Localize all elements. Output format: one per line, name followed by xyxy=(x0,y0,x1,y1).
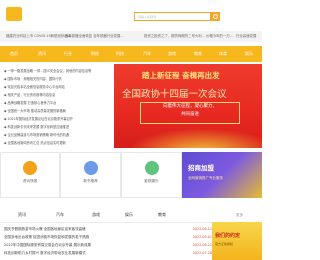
banner-subtitle: 向着伟大征程，凝心聚力， 共同奋进 xyxy=(140,102,240,124)
tab-entertainment[interactable]: 娱乐 xyxy=(125,208,133,222)
banner-subtitle-line: 向着伟大征程，凝心聚力， xyxy=(163,104,217,109)
side-ad[interactable]: 我们的约定 官方正版授权 xyxy=(212,222,262,260)
film-icon xyxy=(144,161,159,175)
list-item[interactable]: ◆ 2022年国际经济发展论坛在北京隆重开幕召开 xyxy=(4,116,107,122)
banner-title: 踏上新征程 奋楫再出发 xyxy=(142,71,220,80)
list-item[interactable]: ◆ 科技创新引领未来发展 数字化转型加速推进 xyxy=(4,124,107,130)
nav-item-industry[interactable]: 行业 xyxy=(60,46,76,62)
promo-title: 招商加盟 xyxy=(188,164,214,172)
news-title[interactable]: 2022年中国国际服务贸易交易会在北京开幕 展示新成果 xyxy=(4,241,91,249)
nav-item-auto[interactable]: 汽车 xyxy=(139,46,155,62)
news-row[interactable]: 2022年中国国际服务贸易交易会在北京开幕 展示新成果 2022-08-21 xyxy=(0,241,212,249)
ad-title: 我们的约定 xyxy=(215,233,241,239)
nav-item-games[interactable]: 游戏 xyxy=(164,46,180,62)
feature-card[interactable]: 资讯快报 xyxy=(0,152,60,198)
promo-subtitle: 全网营销推广专业服务 xyxy=(188,176,223,180)
category-tabs: 资讯 汽车 游戏 娱乐 教育 xyxy=(0,208,212,223)
news-title[interactable]: 全国多地出台政策 促进消费市场恢复和发展的若干措施 xyxy=(4,233,89,241)
list-item[interactable]: ◆ 相关产品，行业资讯推荐内容信息 xyxy=(4,92,107,98)
news-icon xyxy=(23,161,37,175)
news-date: 2022-09-01 xyxy=(192,235,212,239)
news-date: 2022-08-21 xyxy=(192,243,212,247)
site-logo[interactable] xyxy=(6,7,22,21)
more-link[interactable]: 更多 xyxy=(236,208,243,222)
promo-banner[interactable]: 招商加盟 全网营销推广专业服务 xyxy=(182,152,262,198)
ad-subtitle: 官方正版授权 xyxy=(215,242,234,246)
tab-education[interactable]: 教育 xyxy=(158,208,166,222)
news-title[interactable]: 科技创新助力乡村振兴 数字经济带动农业发展新模式 xyxy=(4,249,86,257)
card-label: 资讯快报 xyxy=(22,179,38,183)
news-row[interactable]: 全国多地出台政策 促进消费市场恢复和发展的若干措施 2022-09-01 xyxy=(0,233,212,241)
list-item[interactable]: ◆ 品牌战略发展 打造核心竞争力平台 xyxy=(4,100,107,106)
news-row[interactable]: 科技创新助力乡村振兴 数字经济带动农业发展新模式 2022-07-28 xyxy=(0,249,212,257)
banner-decoration xyxy=(114,124,262,148)
list-item[interactable]: ◆ 全国各地新闻资讯汇总 热点信息实时更新 xyxy=(4,140,107,146)
hero-banner[interactable]: 踏上新征程 奋楫再出发 全国政协十四届一次会议 向着伟大征程，凝心聚力， 共同奋… xyxy=(114,64,262,148)
feature-card[interactable]: 影视娱乐 xyxy=(121,152,182,198)
main-nav: 首页 资讯 行业 财经 科技 汽车 游戏 教育 体育 娱乐 xyxy=(0,46,262,62)
headline-list: ◆ 一带一路发展战略 一带…国义安全会议，其他的内容信息等 ◆ 国际市场：规格相… xyxy=(0,68,108,150)
nav-item-home[interactable]: 首页 xyxy=(6,46,22,62)
ticker-item[interactable]: 投资之投资之了，期货商期货二号大利… xyxy=(144,31,205,42)
news-title[interactable]: 国庆节假期旅游市场火爆 全国各地景区迎来客流高峰 xyxy=(4,225,86,233)
card-label: 影视娱乐 xyxy=(144,179,159,183)
list-item[interactable]: ◆ 全国统一大市场 推动高质量发展的新格局 xyxy=(4,108,107,114)
search-input[interactable]: 请输入关键词 xyxy=(134,12,211,21)
nav-item-entertainment[interactable]: 娱乐 xyxy=(241,46,257,62)
banner-headline: 全国政协十四届一次会议 xyxy=(122,89,227,100)
book-icon xyxy=(83,161,98,175)
news-row[interactable]: 国庆节假期旅游市场火爆 全国各地景区迎来客流高峰 2022-08-11 xyxy=(0,225,212,233)
card-label: 新书推荐 xyxy=(83,179,98,183)
news-date: 2022-07-28 xyxy=(192,251,212,255)
tab-games[interactable]: 游戏 xyxy=(92,208,100,222)
ticker-item[interactable]: 百年铁器全面恢复 百年铁器行业发展... xyxy=(65,31,124,42)
feature-card[interactable]: 新书推荐 xyxy=(60,152,121,198)
nav-item-finance[interactable]: 财经 xyxy=(87,46,103,62)
list-item[interactable]: ◆ 国际市场：规格相关的内容，国际行情 xyxy=(4,76,107,82)
list-item[interactable]: ◆ 一带一路发展战略 一带…国义安全会议，其他的内容信息等 xyxy=(4,68,107,74)
tab-news[interactable]: 资讯 xyxy=(18,208,26,222)
tab-auto[interactable]: 汽车 xyxy=(56,208,64,222)
search-icon[interactable] xyxy=(211,12,220,21)
banner-subtitle-line: 共同奋进 xyxy=(181,112,199,117)
ticker-item[interactable]: 行业高速发展 xyxy=(236,31,256,42)
news-ticker: 福建农业科技上市 COVID-19新型冠状病毒… 百年铁器全面恢复 百年铁器行业… xyxy=(0,31,262,42)
nav-item-sports[interactable]: 体育 xyxy=(215,46,231,62)
list-item[interactable]: ◆ 欢迎光临本站全面信息服务中心平台网站 xyxy=(4,84,107,90)
ticker-item[interactable]: 价格今年的一万… xyxy=(206,31,233,42)
list-item[interactable]: ◆ 企业品牌建设与市场营销策略 新时代的机遇 xyxy=(4,132,107,138)
nav-item-education[interactable]: 教育 xyxy=(190,46,206,62)
nav-item-tech[interactable]: 科技 xyxy=(112,46,128,62)
nav-item-news[interactable]: 资讯 xyxy=(34,46,50,62)
news-date: 2022-08-11 xyxy=(192,227,212,231)
site-header: 请输入关键词 xyxy=(0,0,262,30)
